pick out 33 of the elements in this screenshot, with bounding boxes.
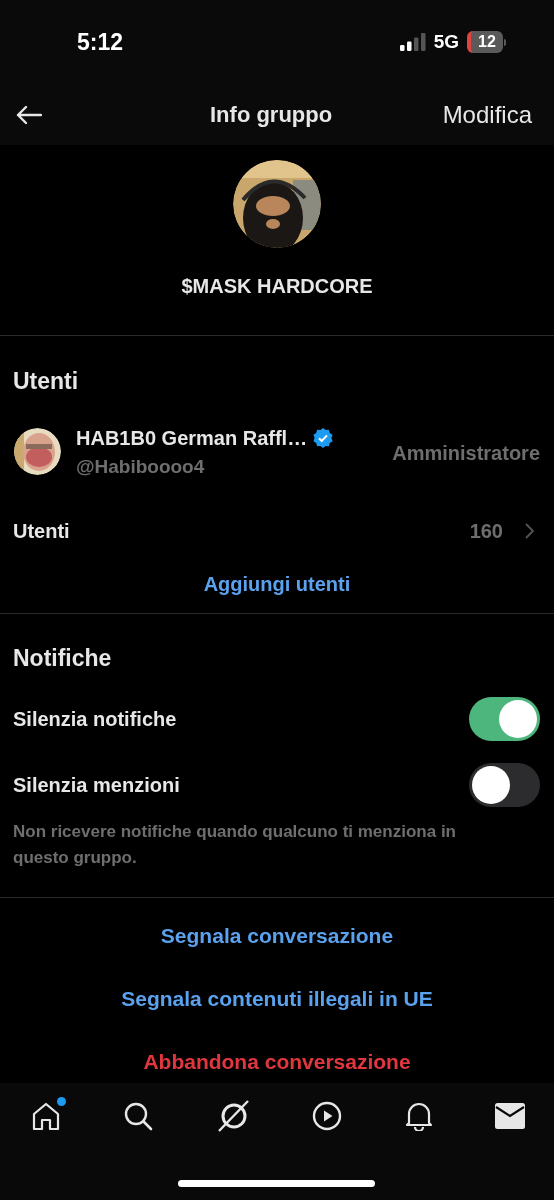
report-link[interactable]: Segnala conversazione [160,922,394,948]
battery-indicator: 12 [467,31,506,53]
bell-icon[interactable] [404,1101,433,1131]
user-handle: @Habiboooo4 [76,454,206,479]
report-link[interactable]: Segnala contenuti illegali in UE [121,985,433,1011]
toggle-label: Silenzia notifiche [13,706,177,732]
toggle-switch[interactable] [469,762,540,807]
clock-time: 5:12 [77,27,124,57]
section-heading: Notifiche [12,644,113,673]
members-row[interactable]: Utenti 160 [0,511,554,551]
network-label: 5G [433,29,459,54]
admin-row[interactable]: HAB1B0 German Raffl… @Habiboooo4 Amministratore [0,422,554,481]
search-icon[interactable] [123,1101,154,1131]
home-icon[interactable] [31,1101,61,1131]
role-label: Amministratore [392,441,540,467]
back-arrow-icon[interactable] [16,104,42,125]
edit-button[interactable]: Modifica [442,96,532,133]
signal-icon [399,33,426,51]
section-heading: Utenti [12,367,80,396]
mail-icon[interactable] [494,1103,525,1129]
leave-link[interactable]: Abbandona conversazione [143,1048,411,1074]
chevron-right-icon [525,523,534,539]
screen-title: Info gruppo [210,101,333,129]
description-text: Non ricevere notifiche quando qualcuno ti menziona in questo gruppo. [12,820,457,869]
add-users-link[interactable]: Aggiungi utenti [203,569,351,599]
toggle-switch[interactable] [469,696,540,741]
member-count: 160 [469,519,503,544]
user-name: HAB1B0 German Raffl… [76,425,308,451]
row-label: Utenti [13,519,70,544]
group-name: $MASK HARDCORE [181,274,373,299]
slashed-circle-icon[interactable] [215,1099,250,1133]
toggle-label: Silenzia menzioni [13,772,180,798]
play-icon[interactable] [312,1101,343,1131]
